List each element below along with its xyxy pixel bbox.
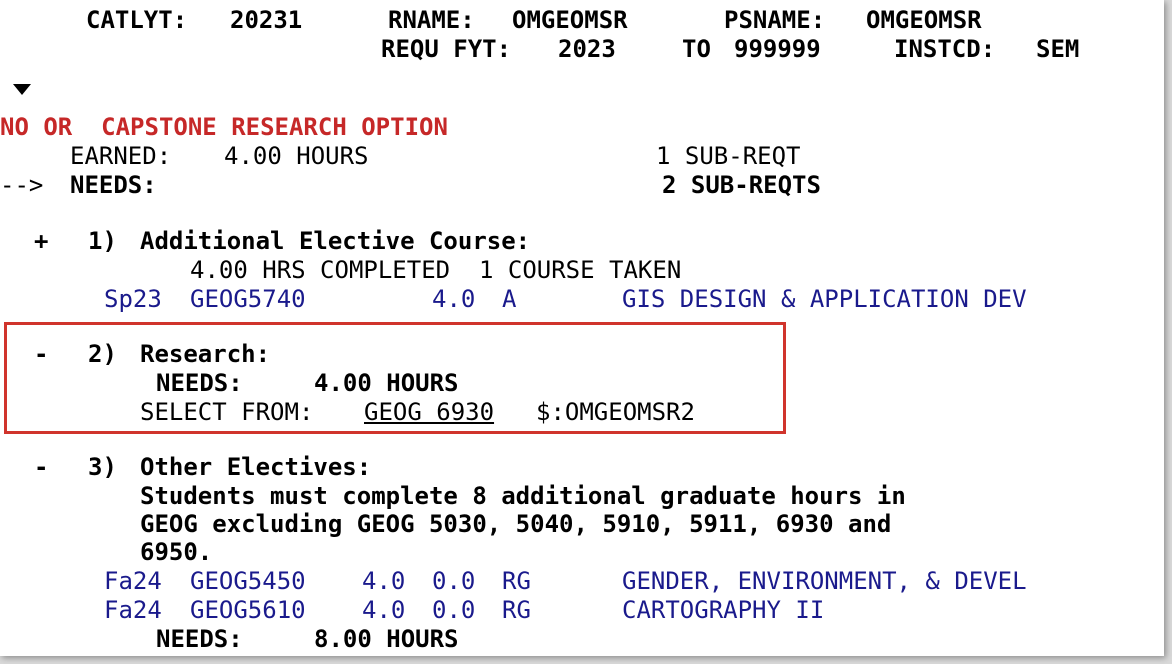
to-value: 999999 bbox=[734, 35, 821, 63]
select-code: $:OMGEOMSR2 bbox=[536, 398, 695, 426]
course-grade: A bbox=[502, 285, 517, 313]
sub2-collapse-marker[interactable]: - bbox=[34, 340, 48, 368]
rname-value: OMGEOMSR bbox=[512, 6, 628, 34]
requ-fyt-label: REQU FYT: bbox=[381, 35, 512, 63]
course-code: GEOG5450 bbox=[190, 567, 306, 595]
course-credits: 4.0 bbox=[362, 596, 406, 624]
course-title: GENDER, ENVIRONMENT, & DEVEL bbox=[622, 567, 1027, 595]
sub1-completed: 4.00 HRS COMPLETED 1 COURSE TAKEN bbox=[190, 256, 682, 284]
to-label: TO bbox=[682, 35, 711, 63]
course-term: Fa24 bbox=[104, 567, 162, 595]
sub3-collapse-marker[interactable]: - bbox=[34, 453, 48, 481]
course-code: GEOG5740 bbox=[190, 285, 306, 313]
course-credits: 4.0 bbox=[432, 285, 476, 313]
course-term: Sp23 bbox=[104, 285, 162, 313]
requirement-title: NO OR CAPSTONE RESEARCH OPTION bbox=[0, 113, 448, 141]
course-grade: RG bbox=[502, 567, 531, 595]
course-credits: 4.0 bbox=[362, 567, 406, 595]
sub1-title: Additional Elective Course: bbox=[140, 227, 531, 255]
sub3-description-line1: Students must complete 8 additional grad… bbox=[140, 482, 906, 510]
needs-subreqs: 2 SUB-REQTS bbox=[662, 171, 821, 199]
rname-label: RNAME: bbox=[388, 6, 475, 34]
course-title: GIS DESIGN & APPLICATION DEV bbox=[622, 285, 1027, 313]
course-grade: RG bbox=[502, 596, 531, 624]
sub2-needs-label: NEEDS: bbox=[156, 369, 243, 397]
course-term: Fa24 bbox=[104, 596, 162, 624]
catlyt-value: 20231 bbox=[230, 6, 303, 34]
sub3-title: Other Electives: bbox=[140, 453, 372, 481]
course-earned: 0.0 bbox=[432, 596, 476, 624]
instcd-label: INSTCD: bbox=[894, 35, 996, 63]
needs-label: NEEDS: bbox=[70, 171, 157, 199]
sub1-number: 1) bbox=[88, 227, 117, 255]
needs-arrow: --> bbox=[0, 171, 44, 199]
psname-value: OMGEOMSR bbox=[866, 6, 982, 34]
instcd-value: SEM bbox=[1036, 35, 1080, 63]
select-course-link[interactable]: GEOG 6930 bbox=[364, 398, 494, 426]
sub2-needs-value: 4.00 HOURS bbox=[314, 369, 459, 397]
sub3-description-line2: GEOG excluding GEOG 5030, 5040, 5910, 59… bbox=[140, 510, 892, 538]
degree-audit-screen: CATLYT: 20231 RNAME: OMGEOMSR PSNAME: OM… bbox=[0, 0, 1164, 656]
sub3-needs-value: 8.00 HOURS bbox=[314, 625, 459, 653]
earned-label: EARNED: bbox=[70, 142, 172, 170]
sub2-number: 2) bbox=[88, 340, 117, 368]
earned-value: 4.00 HOURS bbox=[224, 142, 369, 170]
collapse-triangle-icon[interactable] bbox=[13, 84, 31, 95]
course-earned: 0.0 bbox=[432, 567, 476, 595]
course-code: GEOG5610 bbox=[190, 596, 306, 624]
select-from-label: SELECT FROM: bbox=[140, 398, 314, 426]
sub3-number: 3) bbox=[88, 453, 117, 481]
sub1-expand-marker[interactable]: + bbox=[34, 227, 48, 255]
sub2-title: Research: bbox=[140, 340, 271, 368]
course-title: CARTOGRAPHY II bbox=[622, 596, 825, 624]
sub3-needs-label: NEEDS: bbox=[156, 625, 243, 653]
earned-subreqs: 1 SUB-REQT bbox=[656, 142, 801, 170]
requ-fyt-value: 2023 bbox=[558, 35, 616, 63]
sub3-description-line3: 6950. bbox=[140, 538, 213, 566]
catlyt-label: CATLYT: bbox=[86, 6, 188, 34]
psname-label: PSNAME: bbox=[724, 6, 826, 34]
